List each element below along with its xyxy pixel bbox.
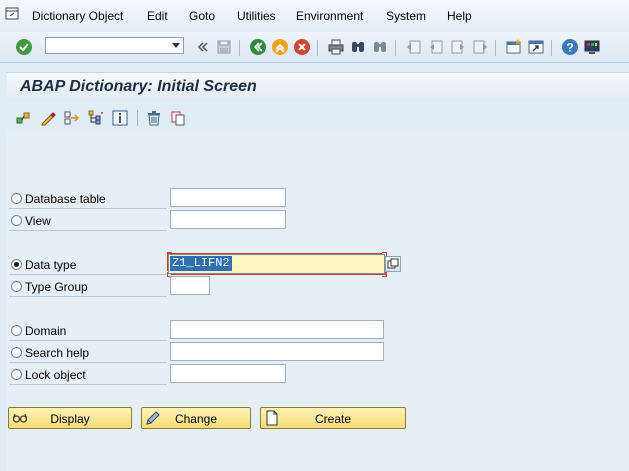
- radio-lock-object[interactable]: [11, 369, 22, 380]
- toolbar-separator: [137, 110, 138, 126]
- focus-corner: [382, 272, 387, 277]
- help-icon[interactable]: ?: [561, 38, 579, 56]
- row-divider: [9, 362, 167, 363]
- radio-database-table[interactable]: [11, 193, 22, 204]
- change-button-label: Change: [174, 412, 218, 426]
- label-type-group: Type Group: [25, 280, 88, 294]
- first-page-icon[interactable]: [405, 38, 423, 56]
- create-button[interactable]: Create: [260, 407, 406, 429]
- info-icon[interactable]: [112, 110, 128, 126]
- command-field[interactable]: [45, 37, 184, 54]
- object-tree-icon[interactable]: [88, 110, 104, 126]
- back-double-icon[interactable]: [194, 38, 212, 56]
- menu-bar: Dictionary Object Edit Goto Utilities En…: [0, 0, 629, 32]
- create-session-icon[interactable]: [505, 38, 523, 56]
- create-button-label: Create: [314, 412, 352, 426]
- enter-icon[interactable]: [15, 38, 33, 56]
- svg-text:?: ?: [566, 41, 573, 55]
- search-help-field[interactable]: [170, 342, 384, 361]
- menu-environment[interactable]: Environment: [296, 9, 363, 23]
- row-divider: [9, 274, 167, 275]
- copy-icon[interactable]: [170, 110, 186, 126]
- edit-object-icon[interactable]: [40, 110, 56, 126]
- label-data-type: Data type: [25, 258, 77, 272]
- cancel-icon[interactable]: [293, 38, 311, 56]
- type-group-field[interactable]: [170, 276, 210, 295]
- radio-search-help[interactable]: [11, 347, 22, 358]
- change-button[interactable]: Change: [141, 407, 251, 429]
- label-search-help: Search help: [25, 346, 90, 360]
- page-title: ABAP Dictionary: Initial Screen: [20, 78, 257, 95]
- row-divider: [9, 340, 167, 341]
- focus-corner: [167, 252, 172, 257]
- display-button-label: Display: [50, 412, 90, 426]
- row-divider: [9, 208, 167, 209]
- toolbar-separator: [395, 40, 396, 56]
- shortcut-icon[interactable]: [527, 38, 545, 56]
- standard-toolbar: ?: [0, 32, 629, 63]
- toolbar-separator: [239, 40, 240, 56]
- menu-system[interactable]: System: [386, 9, 426, 23]
- exit-icon[interactable]: [271, 38, 289, 56]
- row-divider: [9, 230, 167, 231]
- print-icon[interactable]: [327, 38, 345, 56]
- menu-dictionary-object[interactable]: Dictionary Object: [32, 9, 123, 23]
- system-menu-icon[interactable]: [4, 6, 20, 22]
- menu-utilities[interactable]: Utilities: [237, 9, 276, 23]
- data-type-value: Z1_LIFN2: [170, 256, 232, 271]
- display-button[interactable]: Display: [8, 407, 132, 429]
- row-divider: [9, 296, 167, 297]
- radio-domain[interactable]: [11, 325, 22, 336]
- other-object-icon[interactable]: [16, 110, 32, 126]
- row-divider: [9, 384, 167, 385]
- find-icon[interactable]: [349, 38, 367, 56]
- back-icon[interactable]: [249, 38, 267, 56]
- database-table-field[interactable]: [170, 188, 286, 207]
- menu-edit[interactable]: Edit: [147, 9, 168, 23]
- title-bar: ABAP Dictionary: Initial Screen: [7, 72, 629, 103]
- command-field-dropdown[interactable]: [168, 38, 184, 53]
- menu-goto[interactable]: Goto: [189, 9, 215, 23]
- menu-help[interactable]: Help: [447, 9, 472, 23]
- find-next-icon[interactable]: [371, 38, 389, 56]
- save-icon[interactable]: [215, 38, 233, 56]
- toolbar-separator: [317, 40, 318, 56]
- toolbar-separator: [551, 40, 552, 56]
- lock-object-field[interactable]: [170, 364, 286, 383]
- radio-data-type[interactable]: [11, 259, 22, 270]
- label-domain: Domain: [25, 324, 67, 338]
- label-lock-object: Lock object: [25, 368, 86, 382]
- view-field[interactable]: [170, 210, 286, 229]
- previous-page-icon[interactable]: [427, 38, 445, 56]
- domain-field[interactable]: [170, 320, 384, 339]
- next-page-icon[interactable]: [449, 38, 467, 56]
- value-help-icon: [387, 258, 399, 269]
- application-toolbar: [7, 104, 629, 132]
- label-database-table: Database table: [25, 192, 106, 206]
- label-view: View: [25, 214, 51, 228]
- delete-icon[interactable]: [146, 110, 162, 126]
- value-help-button[interactable]: [385, 256, 401, 272]
- last-page-icon[interactable]: [471, 38, 489, 56]
- radio-type-group[interactable]: [11, 281, 22, 292]
- customize-layout-icon[interactable]: [583, 38, 601, 56]
- where-used-icon[interactable]: [64, 110, 80, 126]
- toolbar-separator: [495, 40, 496, 56]
- radio-view[interactable]: [11, 215, 22, 226]
